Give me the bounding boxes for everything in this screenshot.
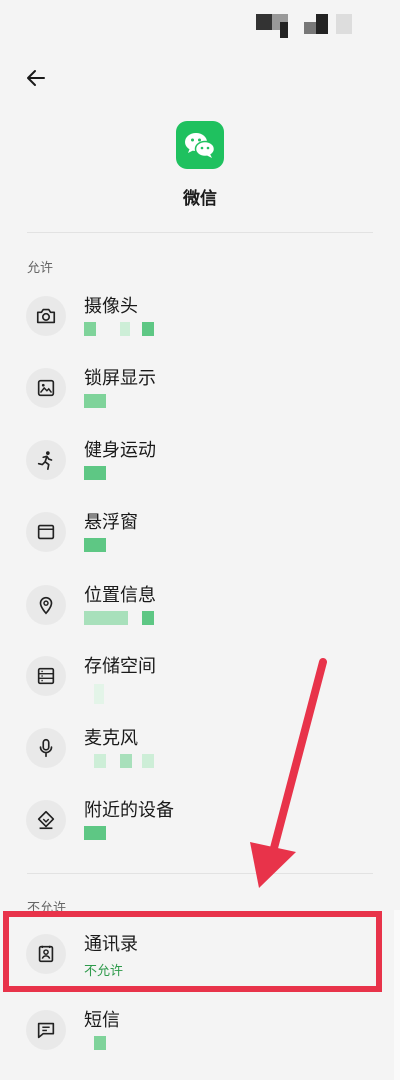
permission-status xyxy=(84,538,156,552)
camera-icon xyxy=(26,296,66,336)
section-label-allowed: 允许 xyxy=(27,261,54,276)
permission-status xyxy=(84,394,156,408)
permission-title: 锁屏显示 xyxy=(84,368,156,389)
status-bar xyxy=(256,10,366,38)
annotation-highlight-box xyxy=(3,911,382,992)
divider xyxy=(27,232,373,233)
permission-item-camera[interactable]: 摄像头 xyxy=(0,286,400,356)
wechat-icon xyxy=(176,121,224,169)
permission-title: 摄像头 xyxy=(84,296,138,317)
permission-title: 位置信息 xyxy=(84,585,156,606)
permission-item-sms[interactable]: 短信 xyxy=(0,1000,400,1070)
permission-item-floating-window[interactable]: 悬浮窗 xyxy=(0,502,400,572)
permission-item-location[interactable]: 位置信息 xyxy=(0,575,400,645)
permission-status xyxy=(84,682,156,704)
app-name: 微信 xyxy=(183,189,217,209)
permission-status xyxy=(84,754,156,768)
permission-title: 存储空间 xyxy=(84,656,156,677)
permission-status xyxy=(84,826,156,840)
running-icon xyxy=(26,440,66,480)
back-arrow-icon xyxy=(27,70,45,86)
nearby-devices-icon xyxy=(26,800,66,840)
permission-item-fitness[interactable]: 健身运动 xyxy=(0,430,400,500)
permission-title: 麦克风 xyxy=(84,728,138,749)
permission-status xyxy=(84,1036,156,1050)
location-pin-icon xyxy=(26,585,66,625)
permission-item-microphone[interactable]: 麦克风 xyxy=(0,718,400,788)
permission-title: 健身运动 xyxy=(84,440,156,461)
storage-icon xyxy=(26,656,66,696)
permission-title: 悬浮窗 xyxy=(84,512,138,533)
permission-title: 附近的设备 xyxy=(84,800,174,821)
permission-status xyxy=(84,322,156,336)
permission-status xyxy=(84,466,156,480)
permission-item-lockscreen[interactable]: 锁屏显示 xyxy=(0,358,400,428)
scroll-edge xyxy=(394,910,400,1080)
sms-icon xyxy=(26,1010,66,1050)
permission-title: 短信 xyxy=(84,1010,120,1031)
permission-item-nearby-devices[interactable]: 附近的设备 xyxy=(0,790,400,860)
image-icon xyxy=(26,368,66,408)
permission-status xyxy=(84,611,156,625)
microphone-icon xyxy=(26,728,66,768)
window-icon xyxy=(26,512,66,552)
divider xyxy=(27,873,373,874)
back-button[interactable] xyxy=(20,62,52,94)
permission-item-storage[interactable]: 存储空间 xyxy=(0,646,400,716)
